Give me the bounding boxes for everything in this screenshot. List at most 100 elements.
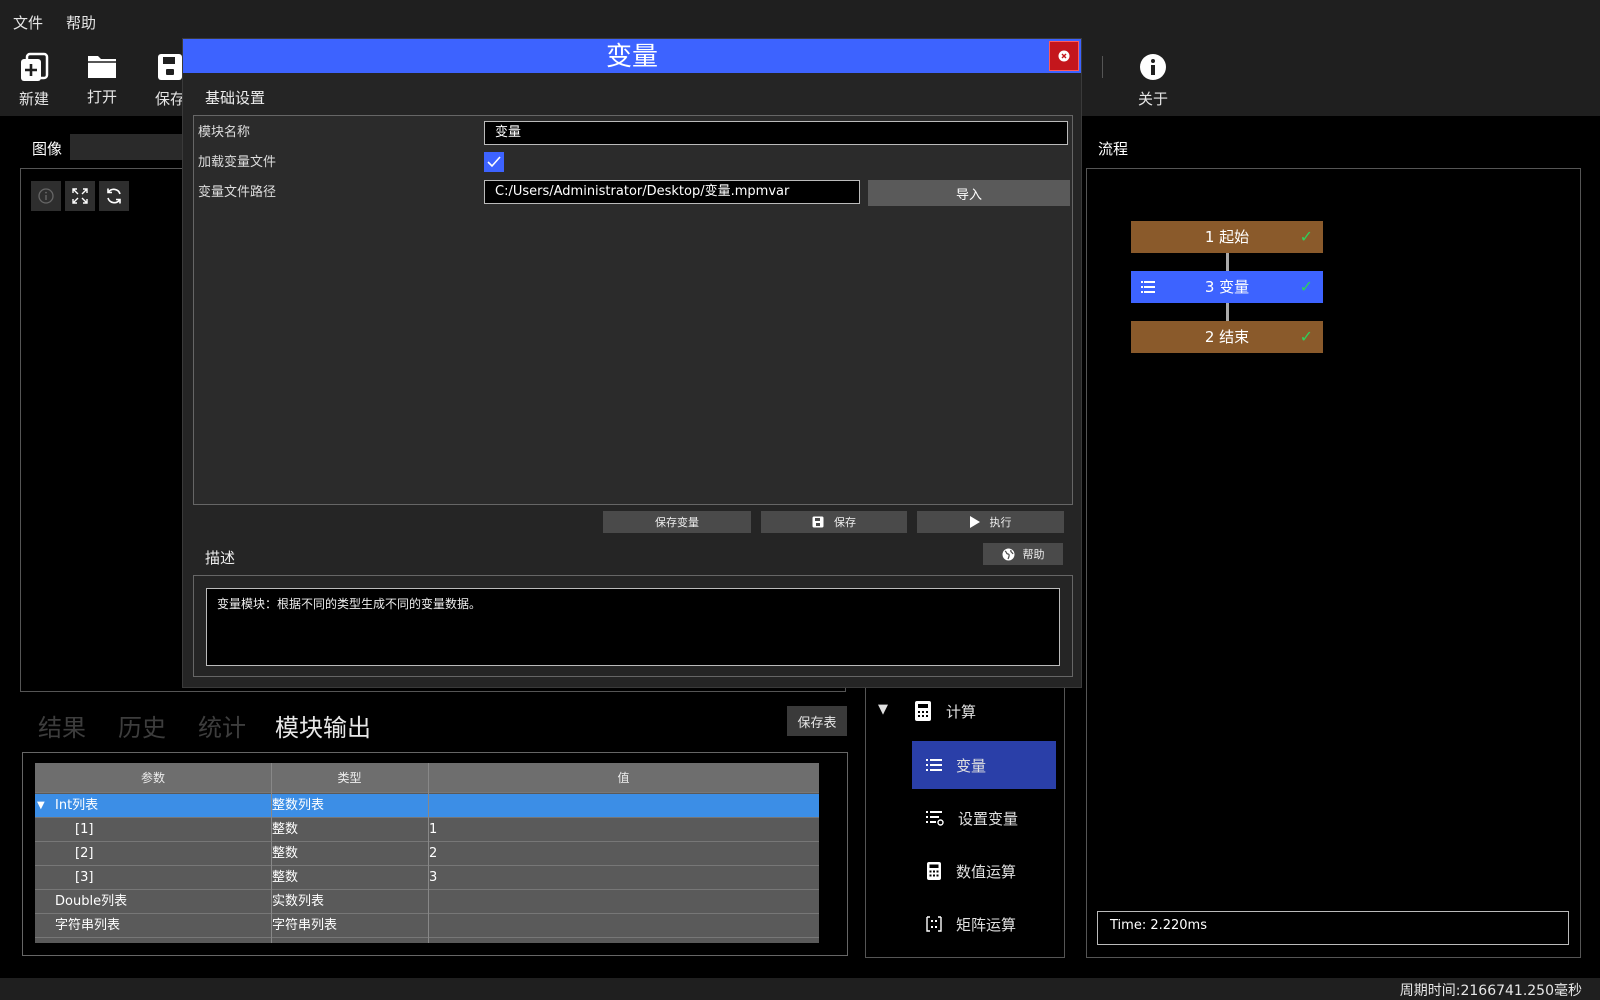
row-param: Double列表 [55, 894, 128, 909]
flow-canvas[interactable]: 1 起始 ✓ 3 变量 ✓ 2 结束 ✓ Time: 2.220ms [1086, 168, 1581, 958]
dialog-close-button[interactable] [1049, 41, 1079, 71]
save-variables-button[interactable]: 保存变量 [603, 511, 751, 533]
play-icon [969, 516, 980, 528]
row-value: 2 [429, 846, 438, 861]
row-value: 3 [429, 870, 438, 885]
image-source-select[interactable] [70, 134, 190, 160]
module-name-label: 模块名称 [198, 125, 251, 140]
about-button[interactable]: 关于 [1127, 48, 1179, 112]
tree-item-label: 矩阵运算 [956, 915, 1017, 934]
row-type: 整数 [272, 822, 299, 837]
tree-group-calc[interactable]: 计算 [914, 698, 1034, 724]
refresh-icon [107, 188, 121, 204]
column-divider[interactable] [428, 763, 429, 943]
menu-file[interactable]: 文件 [13, 12, 43, 33]
matrix-icon [926, 916, 942, 932]
flow-node-end[interactable]: 2 结束 ✓ [1131, 321, 1323, 353]
column-header-value[interactable]: 值 [428, 763, 819, 793]
import-button[interactable]: 导入 [868, 180, 1070, 206]
new-button[interactable]: 新建 [8, 48, 60, 112]
checkmark-icon [487, 156, 501, 168]
about-label: 关于 [1137, 90, 1168, 108]
floppy-disk-icon [158, 54, 182, 80]
row-param: [2] [75, 846, 94, 861]
run-time-display: Time: 2.220ms [1097, 911, 1569, 945]
basic-settings-title: 基础设置 [205, 89, 266, 107]
toolbar-divider [1102, 56, 1103, 78]
load-file-checkbox[interactable] [484, 152, 504, 172]
flow-node-label: 3 变量 [1204, 278, 1250, 296]
tree-item-numeric-op[interactable]: 数值运算 [912, 847, 1056, 895]
table-row[interactable]: [1] 整数 1 [35, 818, 819, 842]
dialog-save-button[interactable]: 保存 [761, 511, 907, 533]
calculator-icon [927, 862, 941, 880]
group-collapse-arrow[interactable]: ▼ [878, 702, 888, 717]
tree-group-label: 计算 [946, 702, 977, 721]
file-path-input[interactable]: C:/Users/Administrator/Desktop/变量.mpmvar [484, 180, 860, 204]
table-header-row: 参数 类型 值 [35, 763, 819, 793]
image-panel-title: 图像 [32, 140, 63, 158]
calculator-icon [915, 701, 931, 721]
tab-statistics[interactable]: 统计 [198, 708, 246, 743]
dialog-title-bar[interactable]: 变量 [183, 39, 1081, 73]
dialog-title: 变量 [605, 42, 658, 72]
execute-button[interactable]: 执行 [917, 511, 1064, 533]
refresh-button[interactable] [99, 181, 129, 211]
check-icon: ✓ [1299, 277, 1313, 296]
new-label: 新建 [18, 90, 49, 108]
row-param: [1] [75, 822, 94, 837]
tree-item-set-variable[interactable]: 设置变量 [912, 794, 1056, 842]
module-output-table: 参数 类型 值 ▼ Int列表 整数列表 [1] 整数 1 [2] 整数 2 [… [35, 763, 819, 943]
tree-item-label: 数值运算 [956, 862, 1017, 881]
tree-item-variable[interactable]: 变量 [912, 741, 1056, 789]
table-row[interactable]: 字符串列表 字符串列表 [35, 914, 819, 938]
module-name-input[interactable]: 变量 [484, 121, 1068, 145]
row-type: 实数列表 [272, 894, 325, 909]
flow-node-start[interactable]: 1 起始 ✓ [1131, 221, 1323, 253]
help-label: 帮助 [1022, 548, 1045, 561]
tab-result[interactable]: 结果 [38, 708, 86, 743]
flow-node-label: 1 起始 [1204, 228, 1250, 246]
tree-item-label: 变量 [956, 756, 987, 775]
expand-icon [72, 188, 88, 204]
tree-item-matrix-op[interactable]: 矩阵运算 [912, 900, 1056, 948]
open-button[interactable]: 打开 [76, 48, 128, 112]
table-row[interactable]: ▼ Int列表 整数列表 [35, 794, 819, 818]
flow-node-variable[interactable]: 3 变量 ✓ [1131, 271, 1323, 303]
tree-item-label: 设置变量 [958, 809, 1019, 828]
flow-node-label: 2 结束 [1204, 328, 1250, 346]
table-row[interactable]: [2] 整数 2 [35, 842, 819, 866]
module-output-table-frame: 参数 类型 值 ▼ Int列表 整数列表 [1] 整数 1 [2] 整数 2 [… [22, 752, 848, 956]
menu-help[interactable]: 帮助 [66, 12, 96, 33]
row-type: 整数列表 [272, 798, 325, 813]
save-table-button[interactable]: 保存表 [787, 706, 847, 736]
folder-icon [88, 56, 116, 78]
flow-connector [1226, 303, 1229, 321]
table-row[interactable]: [3] 整数 3 [35, 866, 819, 890]
file-path-label: 变量文件路径 [198, 185, 277, 200]
info-circle-icon [38, 188, 54, 204]
globe-icon [1002, 548, 1014, 560]
tab-module-output[interactable]: 模块输出 [275, 708, 371, 743]
fit-view-button[interactable] [65, 181, 95, 211]
list-settings-icon [926, 811, 944, 826]
floppy-disk-icon [812, 516, 824, 528]
description-title: 描述 [205, 549, 236, 567]
close-icon [1058, 50, 1070, 62]
description-textarea[interactable]: 变量模块：根据不同的类型生成不同的变量数据。 [206, 588, 1060, 666]
image-info-button[interactable] [31, 181, 61, 211]
variable-dialog: 变量 基础设置 模块名称 变量 加载变量文件 变量文件路径 C:/Users/A… [182, 38, 1082, 688]
help-button[interactable]: 帮助 [983, 543, 1063, 565]
expand-toggle[interactable]: ▼ [37, 794, 45, 818]
tool-tree-panel: ▼ 计算 变量 设置变量 数值运算 矩阵运算 [865, 680, 1065, 958]
row-param: [3] [75, 870, 94, 885]
table-row[interactable]: Double列表 实数列表 [35, 890, 819, 914]
list-icon [926, 759, 942, 771]
cycle-time-text: 周期时间:2166741.250毫秒 [1399, 983, 1582, 999]
column-header-type[interactable]: 类型 [271, 763, 428, 793]
column-header-param[interactable]: 参数 [35, 763, 271, 793]
tab-history[interactable]: 历史 [118, 708, 166, 743]
row-value: 1 [429, 822, 438, 837]
load-file-label: 加载变量文件 [198, 155, 277, 170]
column-divider[interactable] [271, 763, 272, 943]
